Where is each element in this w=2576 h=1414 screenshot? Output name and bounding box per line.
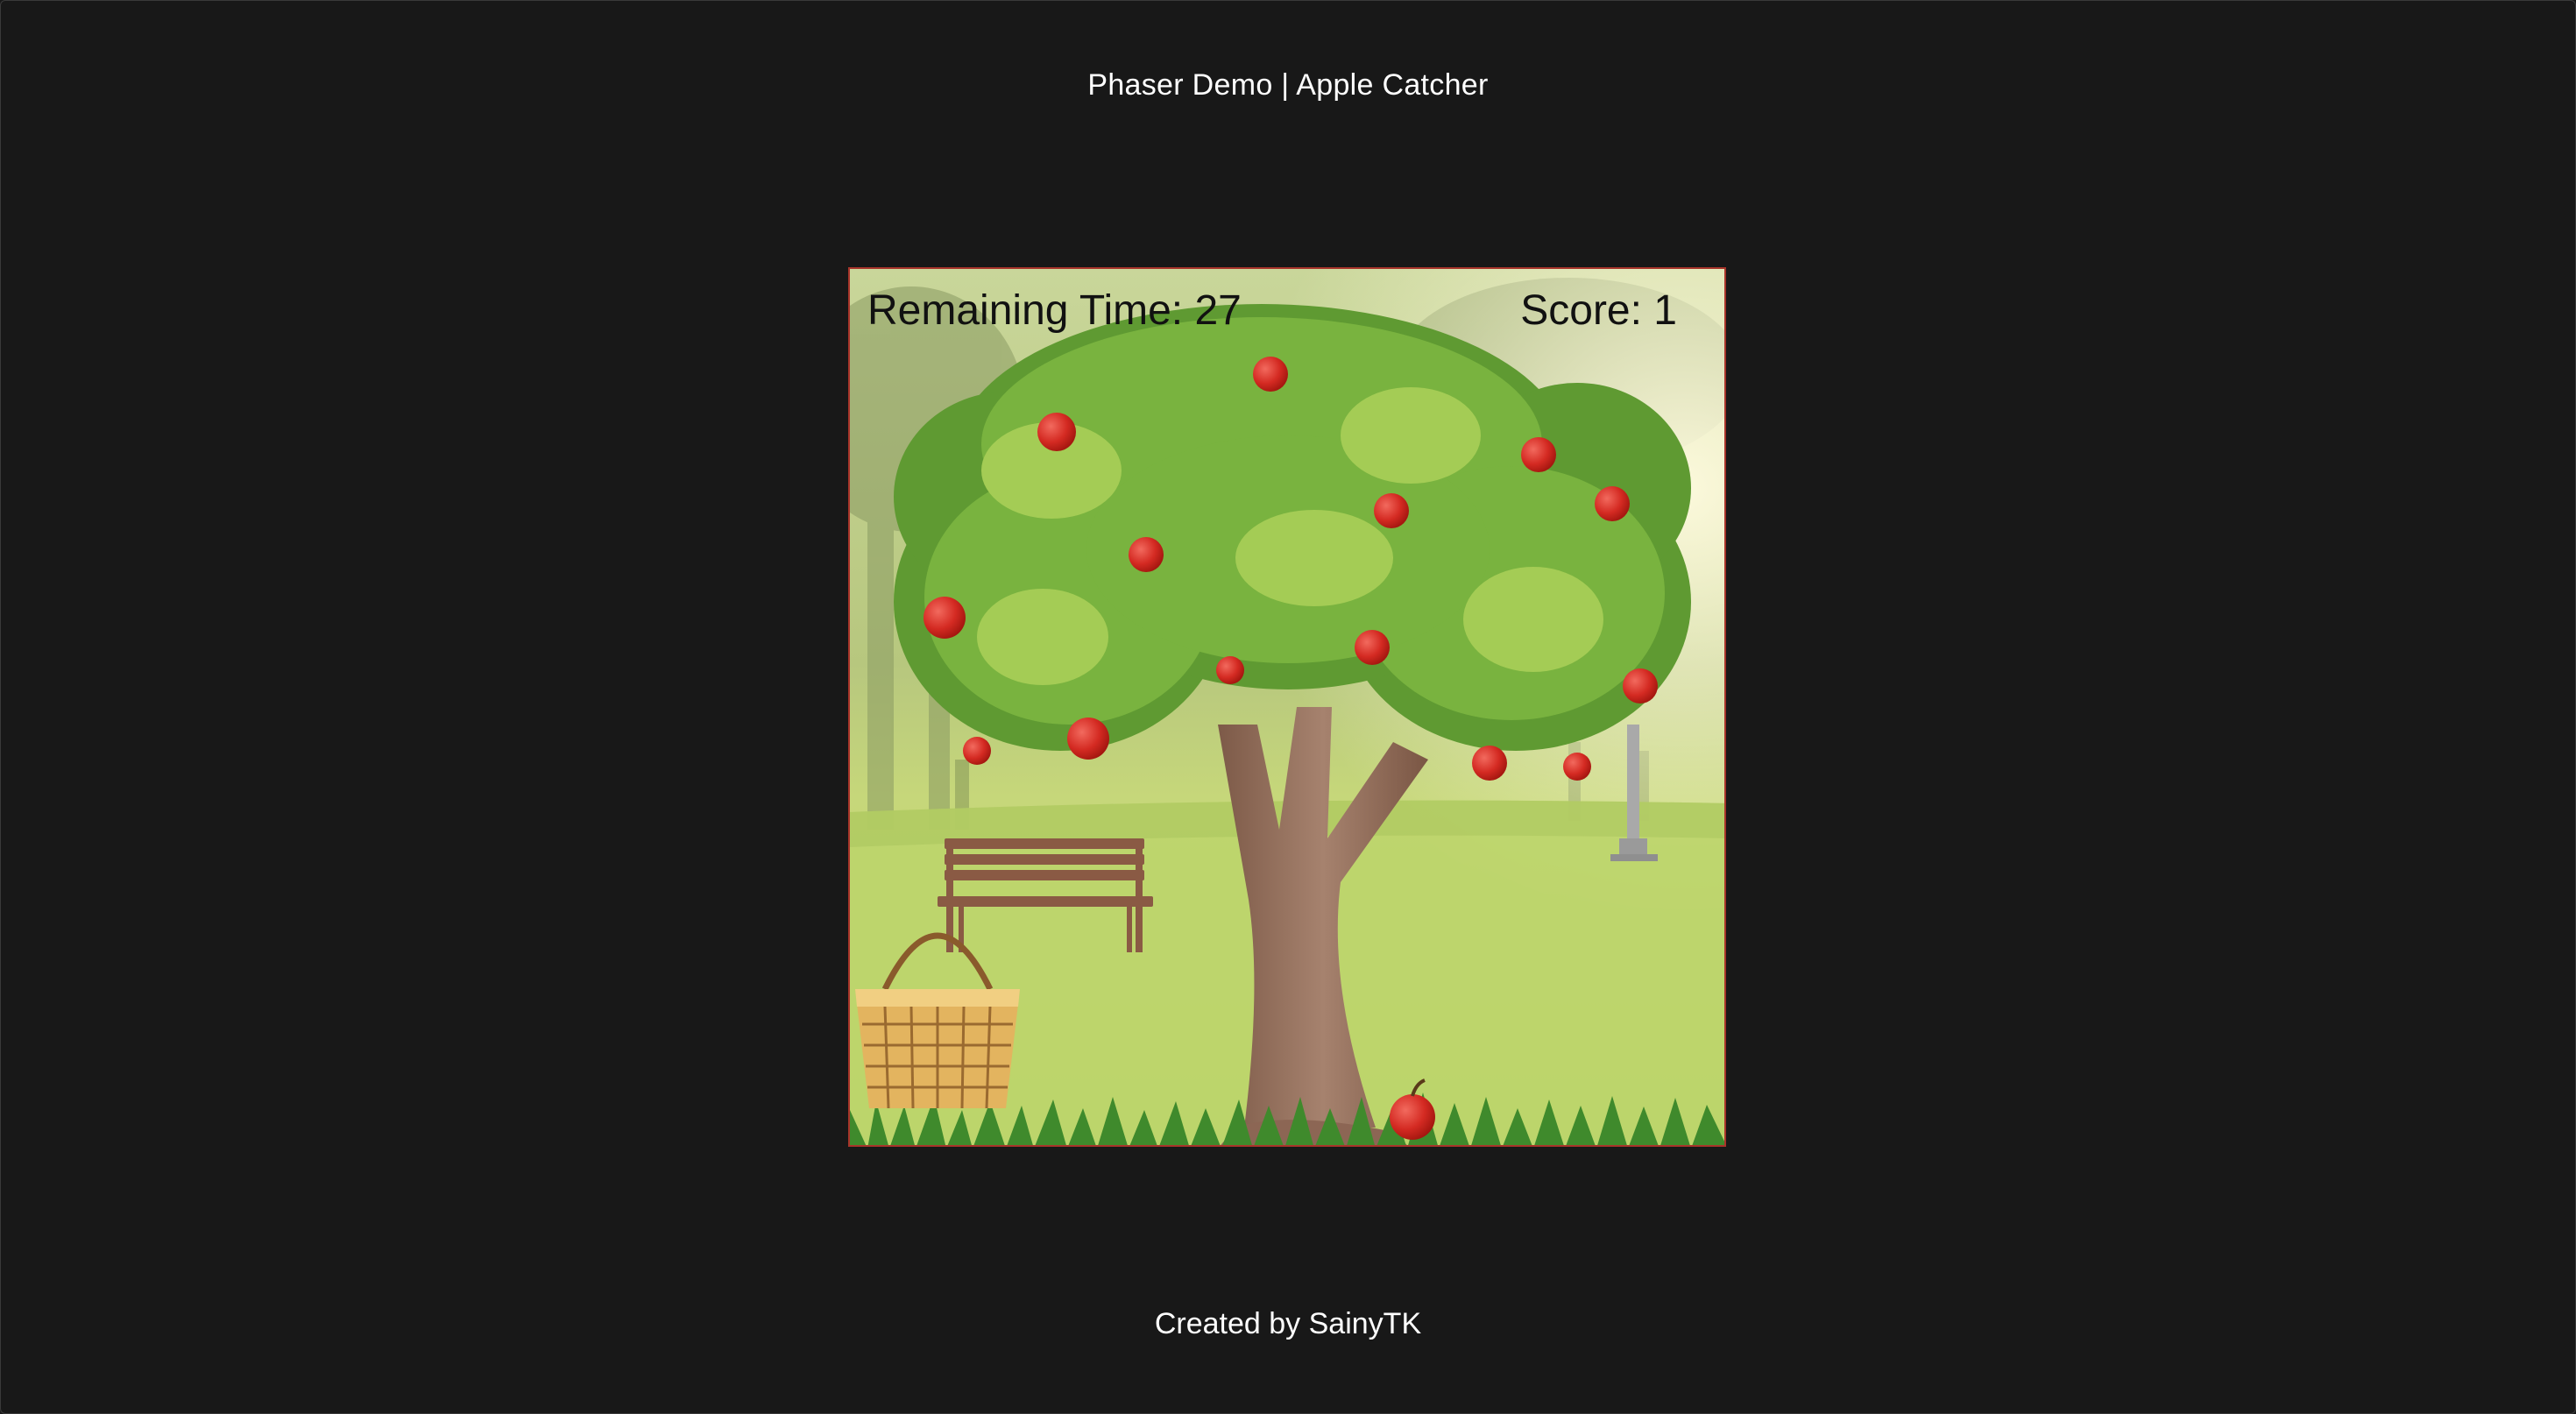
apple-icon bbox=[1521, 437, 1556, 472]
apple-icon bbox=[1563, 753, 1591, 781]
apple-icon bbox=[1595, 486, 1630, 521]
apple-icon bbox=[1129, 537, 1164, 572]
game-scene bbox=[850, 269, 1724, 1145]
footer-credit: Created by SainyTK bbox=[1154, 1307, 1422, 1340]
apple-icon bbox=[1374, 493, 1409, 528]
apple-icon bbox=[1216, 656, 1244, 684]
apple-icon bbox=[963, 737, 991, 765]
apple-icon bbox=[1472, 746, 1507, 781]
apple-icon bbox=[1623, 668, 1658, 703]
apple-icon bbox=[1253, 357, 1288, 392]
apple-icon bbox=[1067, 718, 1109, 760]
apple-icon bbox=[924, 597, 966, 639]
page-title: Phaser Demo | Apple Catcher bbox=[1087, 68, 1489, 102]
apple-icon bbox=[1037, 413, 1076, 451]
apple-icon bbox=[1355, 630, 1390, 665]
game-canvas[interactable]: Remaining Time: 27 Score: 1 bbox=[848, 267, 1726, 1147]
remaining-time-label: Remaining Time: 27 bbox=[867, 287, 1242, 334]
score-label: Score: 1 bbox=[1520, 287, 1677, 334]
